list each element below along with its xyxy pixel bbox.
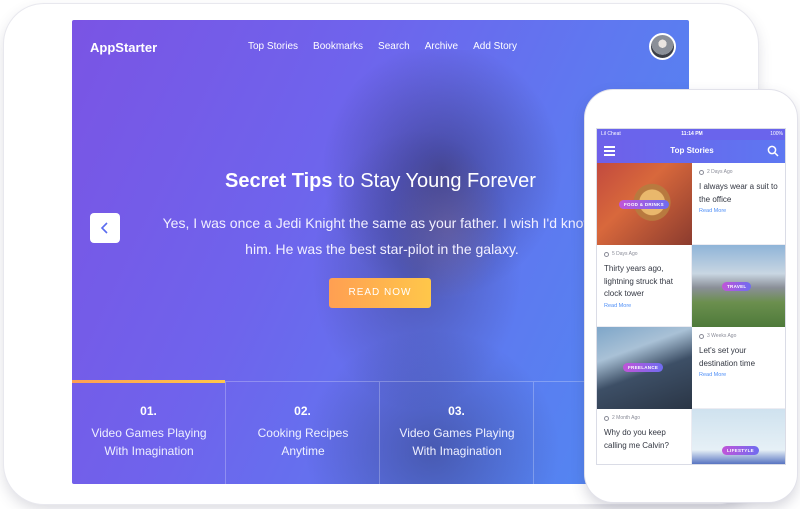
top-nav: AppStarter Top Stories Bookmarks Search …: [72, 20, 689, 74]
prev-slide-button[interactable]: [90, 213, 120, 243]
category-tag: LIFESTYLE: [722, 446, 759, 455]
story-meta: 3 Weeks Ago: [699, 333, 781, 339]
feature-title: Cooking Recipes Anytime: [257, 426, 349, 458]
status-time: 11:14 PM: [681, 131, 703, 137]
read-more-link[interactable]: Read More: [699, 372, 781, 378]
nav-link-bookmarks[interactable]: Bookmarks: [313, 41, 363, 52]
story-image-travel[interactable]: TRAVEL: [692, 245, 785, 327]
story-image-lifestyle[interactable]: LIFESTYLE: [692, 409, 785, 464]
category-tag: FREELANCE: [623, 363, 664, 372]
feature-item[interactable]: 02. Cooking Recipes Anytime: [226, 382, 380, 484]
story-date: 5 Days Ago: [612, 251, 638, 257]
status-battery: 100%: [770, 131, 783, 137]
story-meta: 5 Days Ago: [604, 251, 685, 257]
app-title: Top Stories: [670, 146, 714, 155]
hero-title-bold: Secret Tips: [225, 170, 333, 192]
feature-item[interactable]: 03. Video Games Playing With Imagination: [380, 382, 534, 484]
read-now-button[interactable]: READ NOW: [329, 278, 431, 308]
feature-title: Video Games Playing With Imagination: [399, 426, 515, 458]
clock-icon: [604, 415, 609, 421]
feature-number: 03.: [448, 404, 465, 418]
story-date: 2 Days Ago: [707, 169, 733, 175]
story-card[interactable]: 2 Month Ago Why do you keep calling me C…: [597, 409, 692, 464]
avatar[interactable]: [649, 33, 676, 60]
story-title: Let's set your destination time: [699, 346, 756, 368]
status-bar: Lil Cheat 11:14 PM 100%: [597, 129, 785, 140]
chevron-left-icon: [100, 222, 108, 234]
story-date: 3 Weeks Ago: [707, 333, 737, 339]
app-bar: Top Stories: [597, 140, 785, 163]
clock-icon: [699, 333, 704, 339]
story-card[interactable]: 2 Days Ago I always wear a suit to the o…: [692, 163, 785, 245]
story-title: Why do you keep calling me Calvin?: [604, 428, 669, 450]
nav-link-archive[interactable]: Archive: [425, 41, 458, 52]
feature-title: Video Games Playing With Imagination: [91, 426, 207, 458]
story-card[interactable]: 3 Weeks Ago Let's set your destination t…: [692, 327, 785, 409]
clock-icon: [699, 169, 704, 175]
nav-link-search[interactable]: Search: [378, 41, 410, 52]
phone-screen: Lil Cheat 11:14 PM 100% Top Stories FOOD…: [596, 128, 786, 465]
story-date: 2 Month Ago: [612, 415, 641, 421]
brand-logo[interactable]: AppStarter: [90, 40, 157, 55]
clock-icon: [604, 251, 609, 257]
story-image-freelance[interactable]: FREELANCE: [597, 327, 692, 409]
story-image-food[interactable]: FOOD & DRINKS: [597, 163, 692, 245]
feature-number: 02.: [294, 404, 311, 418]
feature-number: 01.: [140, 404, 157, 418]
category-tag: FOOD & DRINKS: [619, 200, 669, 209]
story-title: Thirty years ago, lightning struck that …: [604, 264, 673, 298]
search-icon[interactable]: [767, 145, 779, 157]
nav-link-top-stories[interactable]: Top Stories: [248, 41, 298, 52]
story-title: I always wear a suit to the office: [699, 182, 778, 204]
read-more-link[interactable]: Read More: [604, 303, 685, 309]
read-more-link[interactable]: Read More: [699, 208, 781, 214]
feature-item[interactable]: 01. Video Games Playing With Imagination: [72, 380, 226, 484]
hero-title-rest: to Stay Young Forever: [332, 170, 536, 192]
nav-links: Top Stories Bookmarks Search Archive Add…: [248, 41, 517, 52]
nav-link-add-story[interactable]: Add Story: [473, 41, 517, 52]
category-tag: TRAVEL: [722, 282, 752, 291]
story-card[interactable]: 5 Days Ago Thirty years ago, lightning s…: [597, 245, 692, 327]
story-meta: 2 Month Ago: [604, 415, 685, 421]
story-meta: 2 Days Ago: [699, 169, 781, 175]
hero-description: Yes, I was once a Jedi Knight the same a…: [162, 215, 602, 257]
